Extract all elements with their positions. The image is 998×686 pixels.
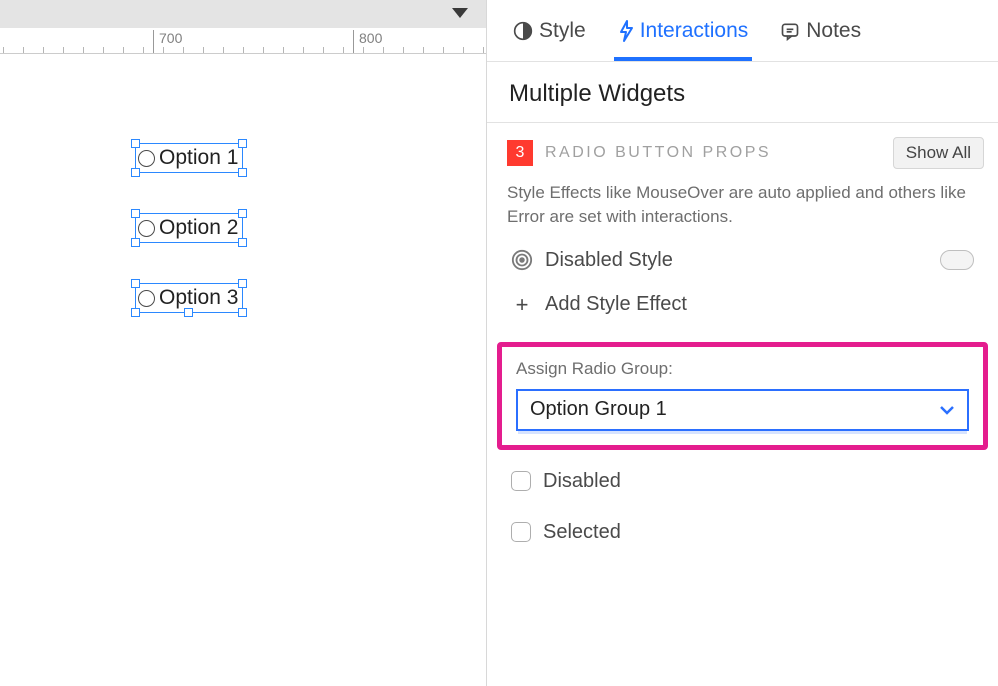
selection-handle[interactable] [131, 279, 140, 288]
panel-tabs: Style Interactions Notes [487, 0, 998, 62]
selection-handle[interactable] [238, 279, 247, 288]
selection-handle[interactable] [238, 168, 247, 177]
target-icon [511, 249, 533, 271]
canvas-area: 700 800 Option 1 Option 2 Option 3 [0, 0, 487, 686]
inspector-panel: Style Interactions Notes Multiple Widget… [487, 0, 998, 686]
selection-handle[interactable] [238, 139, 247, 148]
chevron-down-icon[interactable] [939, 404, 955, 416]
add-style-effect-button[interactable]: + Add Style Effect [487, 286, 998, 324]
selection-handle[interactable] [131, 238, 140, 247]
notes-icon [780, 21, 800, 41]
selection-handle[interactable] [238, 209, 247, 218]
add-style-effect-label: Add Style Effect [545, 293, 687, 316]
panel-title: Multiple Widgets [487, 62, 998, 122]
radio-circle-icon [138, 150, 155, 167]
style-icon [513, 21, 533, 41]
props-section-label: RADIO BUTTON PROPS [545, 144, 893, 162]
radio-widget[interactable]: Option 1 [135, 143, 243, 173]
plus-icon: + [511, 292, 533, 318]
selection-handle[interactable] [238, 308, 247, 317]
disabled-style-label: Disabled Style [545, 249, 928, 272]
toolbar-dropdown-caret-icon[interactable] [452, 8, 468, 18]
selection-handle[interactable] [184, 308, 193, 317]
selection-count-badge: 3 [507, 140, 533, 166]
radio-group-combobox[interactable] [516, 389, 969, 431]
tab-interactions[interactable]: Interactions [602, 0, 765, 61]
radio-group-input[interactable] [530, 398, 955, 421]
props-description: Style Effects like MouseOver are auto ap… [487, 177, 998, 243]
selection-handle[interactable] [131, 168, 140, 177]
ruler-label: 700 [153, 30, 182, 53]
radio-circle-icon [138, 220, 155, 237]
radio-widget[interactable]: Option 3 [135, 283, 243, 313]
tab-notes-label: Notes [806, 19, 861, 43]
ruler-label: 800 [353, 30, 382, 53]
selection-handle[interactable] [131, 308, 140, 317]
tab-notes[interactable]: Notes [764, 0, 877, 61]
radio-widget-label: Option 2 [159, 216, 238, 240]
tab-interactions-label: Interactions [640, 19, 749, 43]
canvas-toolbar-strip [0, 0, 486, 28]
tab-style-label: Style [539, 19, 586, 43]
disabled-checkbox[interactable] [511, 471, 531, 491]
show-all-button[interactable]: Show All [893, 137, 984, 169]
disabled-style-toggle[interactable] [940, 250, 974, 270]
lightning-icon [618, 19, 634, 43]
selection-handle[interactable] [131, 209, 140, 218]
selected-checkbox-label: Selected [543, 521, 621, 544]
assign-radio-group-label: Assign Radio Group: [516, 359, 969, 379]
radio-circle-icon [138, 290, 155, 307]
radio-widget[interactable]: Option 2 [135, 213, 243, 243]
selected-checkbox[interactable] [511, 522, 531, 542]
selection-handle[interactable] [131, 139, 140, 148]
disabled-checkbox-label: Disabled [543, 470, 621, 493]
radio-widget-label: Option 3 [159, 286, 238, 310]
radio-widget-label: Option 1 [159, 146, 238, 170]
selection-handle[interactable] [238, 238, 247, 247]
tab-style[interactable]: Style [497, 0, 602, 61]
ruler-horizontal: 700 800 [0, 28, 486, 54]
canvas-content[interactable]: Option 1 Option 2 Option 3 [0, 54, 486, 686]
assign-radio-group-highlight: Assign Radio Group: [497, 342, 988, 450]
